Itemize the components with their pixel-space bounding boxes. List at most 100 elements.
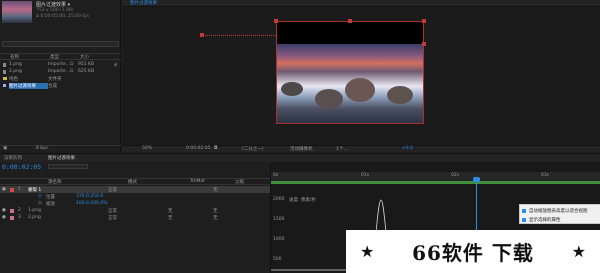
project-search-input[interactable] (2, 41, 119, 47)
tab-render-queue[interactable]: 渲染队列 (4, 155, 22, 161)
layer-row[interactable]: ● 3 2.png 正常 无 无 (0, 214, 270, 221)
current-time-display[interactable]: 0:00:02:05 (186, 146, 211, 151)
rock-shape (281, 82, 303, 96)
playhead-handle[interactable] (473, 177, 480, 182)
viewer-tab-bar: 图片过渡效果 (122, 0, 600, 7)
layer-parent[interactable]: 无 (213, 208, 218, 214)
tab-composition[interactable]: 图片过渡效果 (130, 0, 157, 6)
context-menu-item[interactable]: 自动缩放图表高度以适合视图 (522, 207, 600, 214)
camera-dropdown[interactable]: 活动摄像机 (290, 146, 313, 152)
checkbox-icon (522, 217, 526, 222)
visibility-icon[interactable]: ● (2, 187, 10, 192)
project-item-name: 纯色 (9, 76, 18, 82)
resolution-dropdown[interactable]: (二分之一) (242, 146, 264, 152)
context-menu-label: 自动缩放图表高度以适合视图 (529, 208, 588, 214)
column-parent[interactable]: 父级 (235, 179, 244, 185)
comp-time: Δ 0:00:05:00, 25.00 fps (36, 14, 90, 19)
property-row[interactable]: ◷ 位置 376.0,250.0 (0, 193, 270, 200)
composition-viewer: 图片过渡效果 50% 0:00:02:05 ◘ (二分之一) 活动摄像机 1个.… (122, 0, 600, 152)
ruler-tick: 01s (361, 173, 370, 178)
camera-icon[interactable]: ◘ (214, 146, 218, 151)
layer-row[interactable]: ● 2 1.png 正常 无 无 (0, 207, 270, 214)
project-item[interactable]: 图片过渡效果 合成 (0, 82, 121, 89)
column-size[interactable]: 大小 (80, 54, 89, 60)
project-item-name: 图片过渡效果 (9, 82, 48, 89)
comp-name[interactable]: 图片过渡效果 ▾ (36, 1, 70, 8)
folder-icon (3, 77, 7, 80)
layer-parent[interactable]: 无 (213, 187, 218, 193)
time-ruler[interactable]: 0s 01s 02s 03s (271, 172, 600, 181)
layer-trkmat[interactable]: 无 (168, 208, 213, 214)
layer-search-input[interactable] (48, 164, 88, 169)
column-mode[interactable]: 模式 (128, 179, 137, 185)
layer-mode[interactable]: 正常 (108, 208, 168, 214)
comp-info: 752 x 500 (1.00) (36, 8, 74, 13)
timecode-display[interactable]: 0:00:02:05 (2, 163, 41, 171)
label-color-icon[interactable] (10, 215, 14, 220)
layer-index: 1 (18, 187, 21, 192)
star-icon: ★ (360, 242, 375, 261)
column-type[interactable]: 类型 (50, 54, 59, 60)
column-name[interactable]: 名称 (10, 54, 19, 60)
network-icon: ⚘ (113, 62, 119, 69)
layer-name[interactable]: 1.png (28, 208, 108, 213)
motion-keyframe[interactable] (200, 33, 204, 37)
ruler-tick: 0s (273, 173, 279, 178)
project-item-type: Importe...G (48, 69, 74, 74)
layer-index: 3 (18, 215, 21, 220)
comp-canvas[interactable] (276, 21, 424, 124)
project-item-type: Importe...G (48, 62, 74, 67)
layer-handle[interactable] (274, 19, 278, 23)
zoom-dropdown[interactable]: 50% (142, 146, 152, 151)
rock-shape (387, 86, 413, 104)
stopwatch-icon[interactable]: ◷ (38, 194, 46, 199)
label-color-icon[interactable] (10, 187, 14, 192)
visibility-icon[interactable]: ● (2, 208, 10, 213)
checkbox-icon (522, 208, 526, 213)
project-item-name: 2.png (9, 69, 22, 74)
star-icon: ★ (571, 242, 586, 261)
property-value[interactable]: 100.0,100.0% (76, 201, 107, 206)
ruler-tick: 02s (451, 173, 460, 178)
graph-context-menu: 自动缩放图表高度以适合视图 显示选择的属性 (519, 204, 600, 224)
project-item-size: 625 KB (78, 69, 95, 74)
layer-handle[interactable] (348, 19, 352, 23)
layer-trkmat[interactable]: 无 (168, 215, 213, 221)
bpc-label[interactable]: 8 bpc (36, 146, 48, 151)
exposure-value[interactable]: +0.0 (402, 146, 413, 151)
project-item[interactable]: 纯色 文件夹 (0, 75, 121, 82)
layer-mode[interactable]: 正常 (108, 187, 168, 193)
watermark-banner: ★ 66软件 下载 ★ (346, 230, 600, 273)
layer-name[interactable]: 蒙版 1 (28, 187, 108, 193)
visibility-icon[interactable]: ● (2, 215, 10, 220)
layer-name[interactable]: 2.png (28, 215, 108, 220)
layer-row[interactable]: ● 1 蒙版 1 正常 无 (0, 186, 270, 193)
project-footer: ▣ 8 bpc (0, 145, 121, 152)
layer-handle[interactable] (422, 19, 426, 23)
comp-thumbnail (2, 1, 32, 23)
layer-handle[interactable] (422, 42, 426, 46)
rock-shape (315, 89, 343, 109)
viewer-toolbar: 50% 0:00:02:05 ◘ (二分之一) 活动摄像机 1个... +0.0 (122, 145, 600, 152)
property-row[interactable]: ◷ 缩放 100.0,100.0% (0, 200, 270, 207)
layer-column-headers: 源名称 模式 TrkMat 父级 (0, 178, 270, 185)
column-source-name[interactable]: 源名称 (48, 179, 62, 185)
project-item-type: 合成 (48, 83, 57, 89)
ruler-tick: 03s (541, 173, 550, 178)
project-item[interactable]: 1.png Importe...G 951 KB (0, 61, 121, 68)
context-menu-item[interactable]: 显示选择的属性 (522, 216, 600, 223)
watermark-text: 66软件 下载 (412, 241, 534, 265)
work-area-bar[interactable] (271, 181, 600, 184)
layer-parent[interactable]: 无 (213, 215, 218, 221)
tab-timeline-comp[interactable]: 图片过渡效果 (48, 155, 75, 161)
column-trkmat[interactable]: TrkMat (190, 179, 205, 184)
label-color-icon[interactable] (10, 208, 14, 213)
property-name: 缩放 (46, 201, 55, 207)
views-dropdown[interactable]: 1个... (336, 146, 348, 152)
project-item[interactable]: 2.png Importe...G 625 KB (0, 68, 121, 75)
layer-mode[interactable]: 正常 (108, 215, 168, 221)
project-item-name: 1.png (9, 62, 22, 67)
stopwatch-icon[interactable]: ◷ (38, 201, 46, 206)
property-value[interactable]: 376.0,250.0 (76, 194, 103, 199)
trash-icon[interactable]: ▣ (3, 146, 7, 151)
